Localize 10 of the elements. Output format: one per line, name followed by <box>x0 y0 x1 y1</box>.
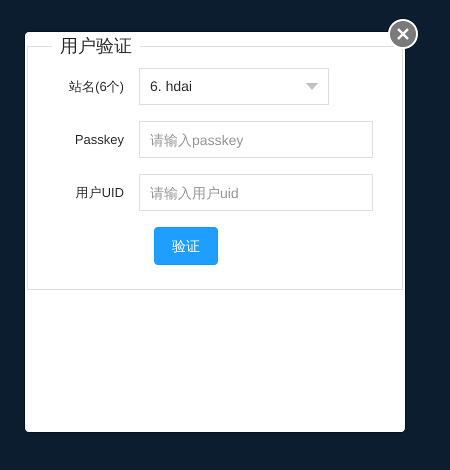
field-label: 用户UID <box>74 184 125 202</box>
input-field[interactable]: 请输入用户uid <box>139 174 373 211</box>
input-field[interactable]: 请输入passkey <box>139 121 373 158</box>
close-button[interactable] <box>388 19 418 49</box>
close-icon <box>397 28 409 40</box>
field-label: Passkey <box>74 130 125 149</box>
caret-icon <box>306 83 318 90</box>
field-label: 站名(6个) <box>68 78 125 96</box>
dialog-title: 用户验证 <box>59 36 133 56</box>
site-select[interactable]: 6. hdai <box>139 68 329 105</box>
